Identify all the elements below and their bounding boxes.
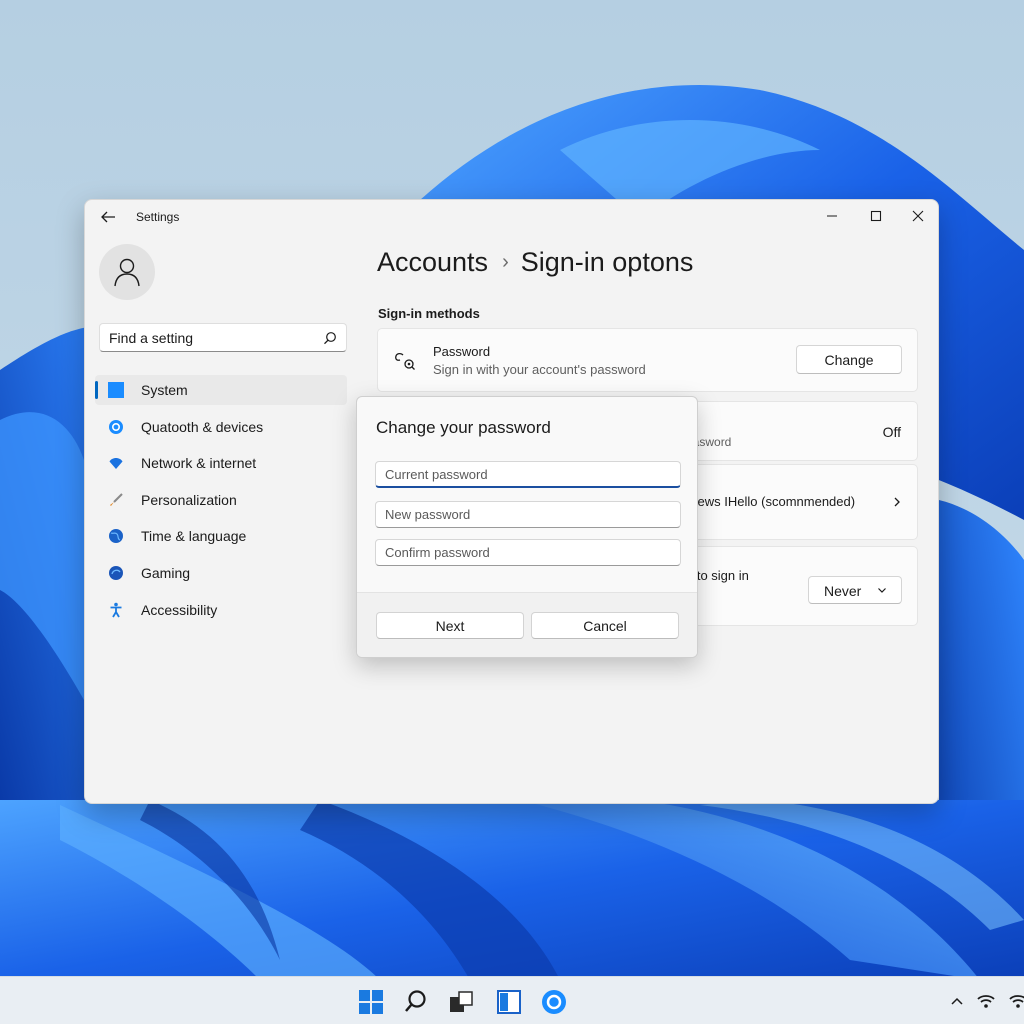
sidebar-item-accessibility[interactable]: Accessibility: [95, 595, 347, 625]
avatar[interactable]: [99, 244, 155, 300]
current-password-field[interactable]: [375, 461, 681, 488]
sidebar-item-system[interactable]: System: [95, 375, 347, 405]
password-title: Password: [433, 344, 491, 359]
password-subtitle: Sign in with your account's password: [433, 362, 646, 377]
page-title: Sign-in optons: [520, 247, 694, 277]
select-value: Never: [824, 583, 862, 599]
network-icon: [109, 458, 123, 470]
gaming-icon: [109, 565, 123, 580]
password-card[interactable]: Password Sign in with your account's pas…: [377, 328, 918, 392]
widgets-icon[interactable]: [496, 989, 522, 1015]
sidebar-item-personalization[interactable]: Personalization: [95, 485, 347, 515]
user-icon: [114, 258, 140, 287]
cancel-button[interactable]: Cancel: [531, 612, 679, 639]
sidebar-nav: System Quatooth & devices Network & inte…: [95, 375, 347, 631]
brush-icon: [110, 493, 123, 506]
option-value: Off: [882, 424, 901, 440]
sidebar-item-label: Network & internet: [141, 455, 257, 472]
close-icon[interactable]: [907, 207, 929, 225]
search-box: [99, 323, 347, 352]
confirm-password-field[interactable]: [375, 539, 681, 566]
key-icon: [395, 352, 415, 370]
globe-icon: [109, 529, 123, 544]
sidebar-item-label: Time & language: [141, 528, 247, 545]
taskbar-search-icon[interactable]: [403, 989, 429, 1015]
back-arrow-icon[interactable]: [99, 209, 117, 225]
breadcrumb: Accounts › Sign-in optons: [377, 247, 693, 278]
title-bar: Settings: [85, 200, 938, 234]
app-title: Settings: [136, 210, 180, 224]
new-password-field[interactable]: [375, 501, 681, 528]
breadcrumb-parent[interactable]: Accounts: [377, 247, 488, 277]
wifi-icon[interactable]: [1008, 992, 1024, 1010]
dialog-footer: Next Cancel: [357, 592, 697, 657]
require-sign-in-select[interactable]: Never: [808, 576, 902, 604]
sidebar-item-label: Quatooth & devices: [141, 418, 264, 435]
selection-indicator: [95, 381, 98, 399]
taskbar: [0, 976, 1024, 1024]
change-password-dialog: Change your password Next Cancel: [356, 396, 698, 658]
chevron-up-icon[interactable]: [950, 992, 964, 1010]
breadcrumb-separator: ›: [502, 251, 509, 273]
system-icon: [108, 382, 124, 398]
next-button[interactable]: Next: [376, 612, 524, 639]
sidebar-item-label: Personalization: [141, 491, 237, 508]
sidebar-item-label: Accessibility: [141, 601, 218, 618]
sidebar-item-label: Gaming: [141, 564, 191, 581]
sidebar-item-bluetooth[interactable]: Quatooth & devices: [95, 412, 347, 442]
dialog-title: Change your password: [376, 418, 551, 437]
chevron-right-icon: [894, 497, 900, 507]
app-icon[interactable]: [541, 989, 567, 1015]
sidebar-item-label: System: [141, 382, 188, 398]
option-label: rdews IHello (scomnmended): [686, 494, 856, 509]
sidebar-item-gaming[interactable]: Gaming: [95, 558, 347, 588]
sidebar-item-network[interactable]: Network & internet: [95, 448, 347, 478]
start-icon[interactable]: [358, 989, 384, 1015]
task-view-icon[interactable]: [448, 989, 474, 1015]
section-title: Sign-in methods: [378, 306, 480, 321]
chevron-down-icon: [878, 588, 886, 593]
maximize-icon[interactable]: [865, 207, 887, 225]
wifi-icon[interactable]: [976, 992, 996, 1010]
search-icon[interactable]: [323, 331, 337, 345]
bluetooth-icon: [109, 419, 123, 434]
sidebar-item-time-language[interactable]: Time & language: [95, 521, 347, 551]
minimize-icon[interactable]: [821, 207, 843, 225]
accessibility-icon: [110, 602, 122, 618]
change-password-button[interactable]: Change: [796, 345, 902, 374]
search-input[interactable]: [100, 324, 320, 351]
